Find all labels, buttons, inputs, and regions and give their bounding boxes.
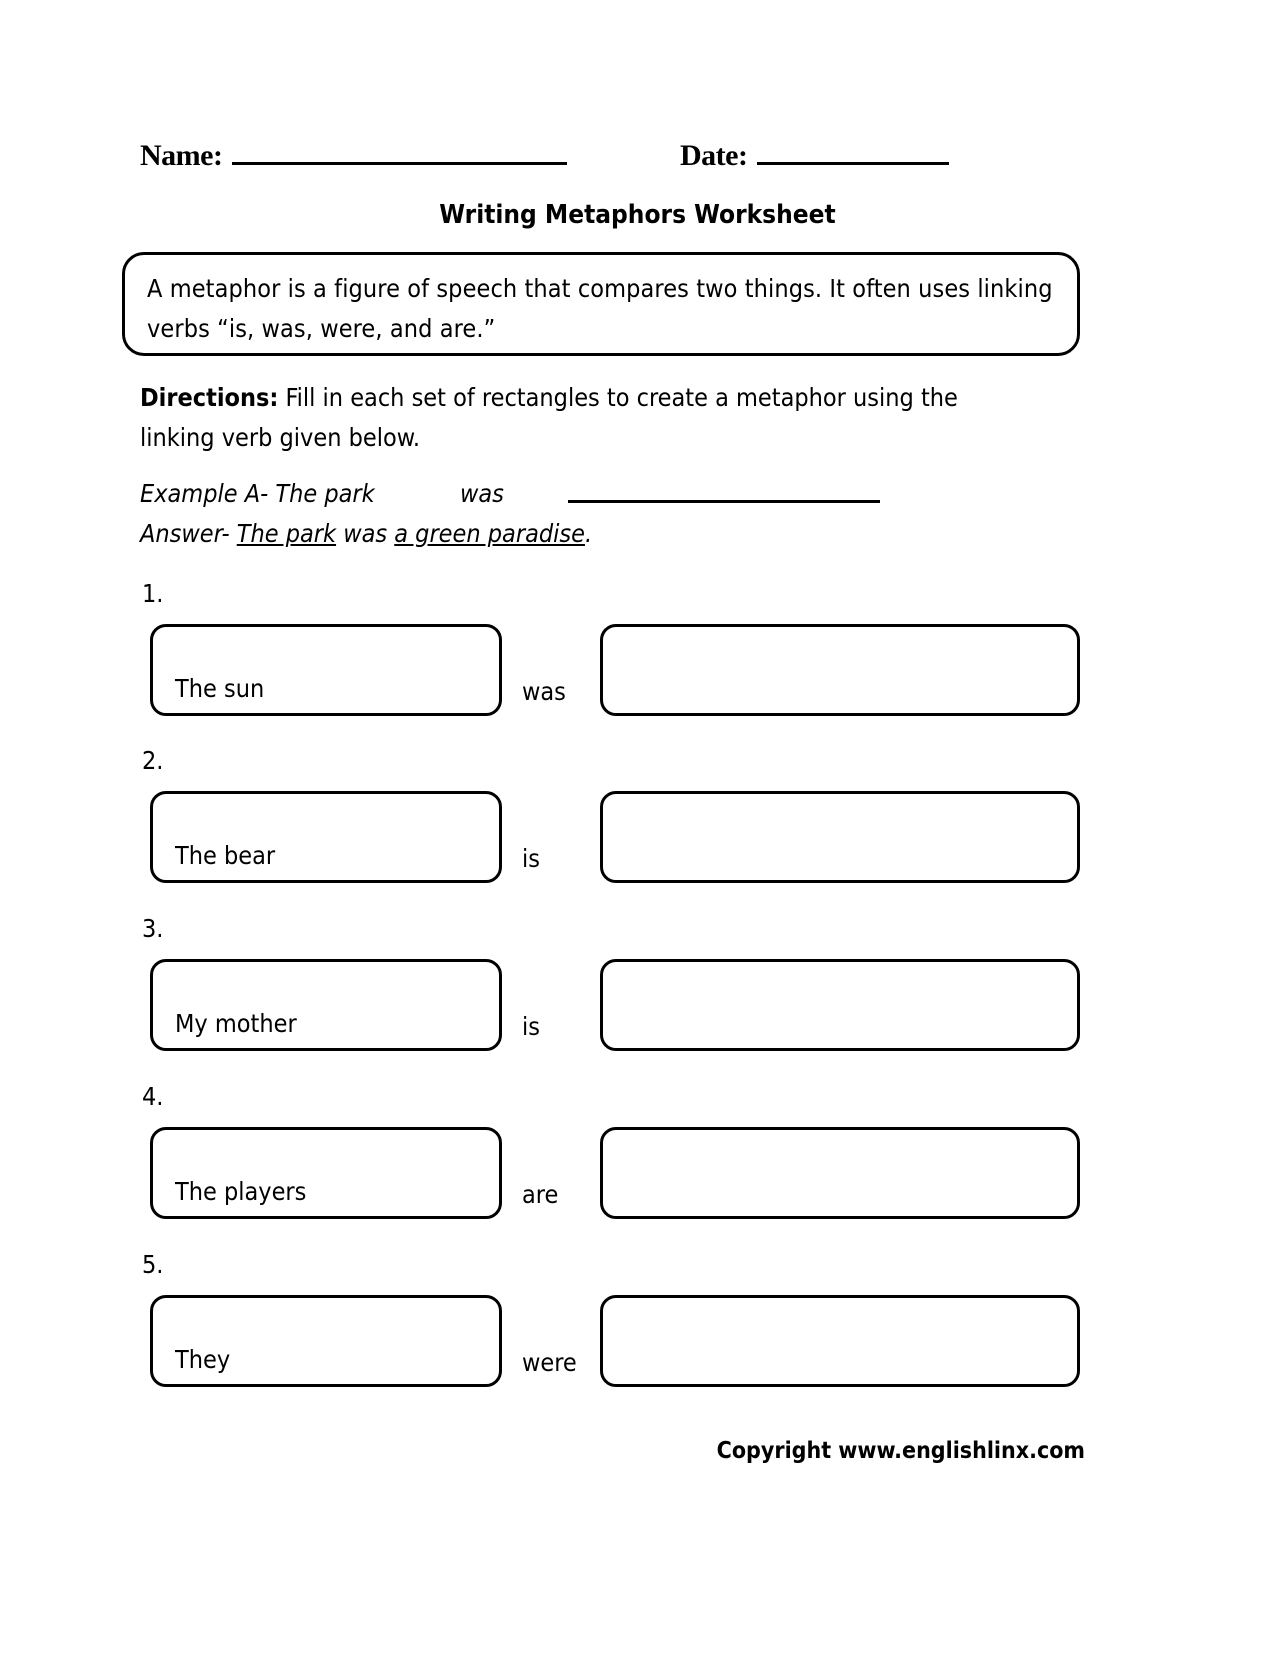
subject-box: The players [150, 1127, 502, 1219]
name-write-line[interactable] [232, 142, 568, 165]
date-label: Date: [680, 139, 748, 172]
linking-verb: is [522, 1012, 540, 1041]
linking-verb: are [522, 1180, 559, 1209]
question-number: 2. [142, 746, 164, 775]
directions: Directions: Fill in each set of rectangl… [140, 378, 1030, 458]
question-number: 5. [142, 1250, 164, 1279]
subject-box: The sun [150, 624, 502, 716]
answer-box[interactable] [600, 959, 1080, 1051]
question-row: They were [140, 1295, 1080, 1387]
answer-period: . [584, 519, 593, 548]
linking-verb: is [522, 844, 540, 873]
header: Name: Date: [140, 140, 1100, 184]
answer-subject: The park [236, 519, 337, 548]
answer-prefix: Answer- [140, 519, 237, 548]
example-write-line[interactable] [568, 500, 880, 503]
question-row: The sun was [140, 624, 1080, 716]
example-prompt-line: Example A- The park was [140, 474, 1040, 514]
definition-text: A metaphor is a figure of speech that co… [147, 274, 1053, 343]
date-write-line[interactable] [757, 142, 950, 165]
subject-box: The bear [150, 791, 502, 883]
answer-box[interactable] [600, 624, 1080, 716]
answer-box[interactable] [600, 1295, 1080, 1387]
answer-box[interactable] [600, 791, 1080, 883]
answer-complement: a green paradise [394, 519, 585, 548]
question-number: 1. [142, 579, 164, 608]
linking-verb: were [522, 1348, 577, 1377]
linking-verb: was [522, 677, 566, 706]
name-label: Name: [140, 139, 223, 172]
definition-box: A metaphor is a figure of speech that co… [122, 252, 1080, 356]
example-verb: was [460, 479, 504, 508]
answer-verb: was [336, 519, 395, 548]
answer-box[interactable] [600, 1127, 1080, 1219]
copyright-notice: Copyright www.englishlinx.com [716, 1438, 1085, 1464]
date-field-group: Date: [680, 139, 950, 172]
subject-box: My mother [150, 959, 502, 1051]
example-answer-line: Answer- The park was a green paradise. [140, 514, 1040, 554]
subject-text: The bear [175, 841, 276, 870]
question-number: 3. [142, 914, 164, 943]
question-number: 4. [142, 1082, 164, 1111]
example-subject: Example A- The park [140, 479, 375, 508]
subject-text: The sun [175, 674, 265, 703]
subject-text: The players [175, 1177, 307, 1206]
question-row: The bear is [140, 791, 1080, 883]
worksheet-page: Name: Date: Writing Metaphors Worksheet … [0, 0, 1275, 1662]
page-title: Writing Metaphors Worksheet [439, 200, 836, 230]
subject-text: They [175, 1345, 231, 1374]
subject-box: They [150, 1295, 502, 1387]
subject-text: My mother [175, 1009, 297, 1038]
question-row: My mother is [140, 959, 1080, 1051]
example-block: Example A- The park was Answer- The park… [140, 474, 1040, 554]
directions-label: Directions: [140, 383, 279, 412]
question-row: The players are [140, 1127, 1080, 1219]
name-field-group: Name: [140, 139, 568, 172]
